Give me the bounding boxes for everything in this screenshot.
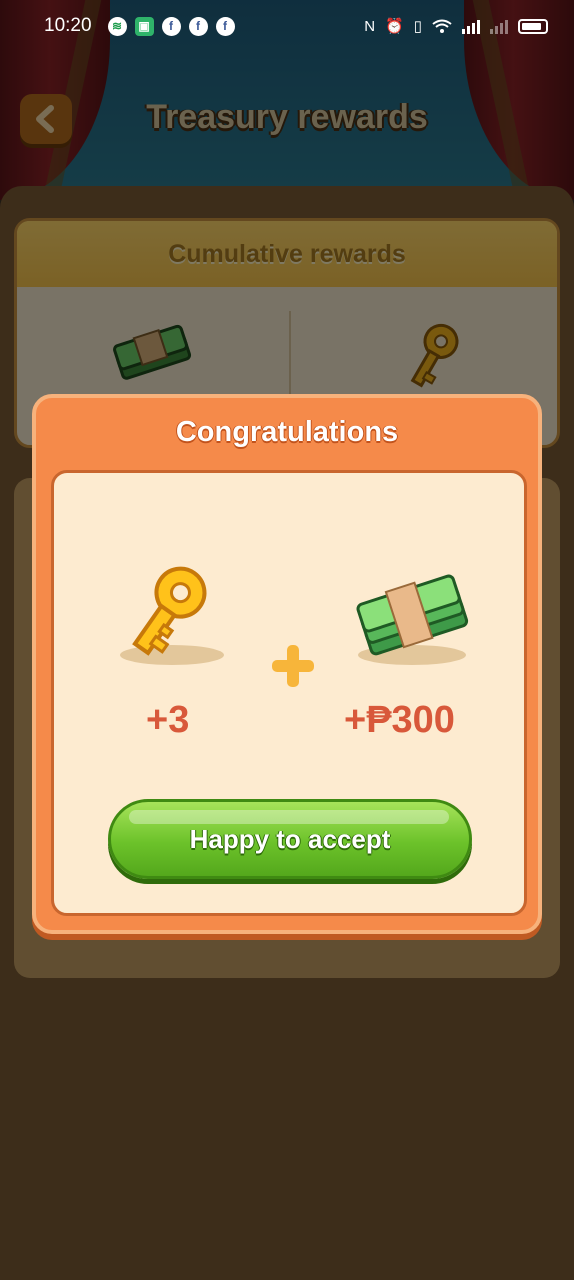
signal-icon [490,19,508,34]
vibrate-icon: ▯ [413,18,422,35]
status-bar: 10:20 ≋ ▣ f f f Ν ⏰ ▯ [0,0,574,52]
accept-button-label: Happy to accept [189,823,391,854]
plus-icon [272,645,314,687]
wifi-icon [432,19,452,33]
facebook-icon: f [161,16,181,36]
nfc-icon: Ν [364,17,376,35]
key-reward-amount: +3 [146,699,190,741]
modal-title: Congratulations [175,416,399,448]
cash-reward-amount: +₱300 [344,699,455,741]
cash-stack-icon [356,574,469,665]
facebook-icon: f [188,16,208,36]
facebook-icon: f [215,16,235,36]
status-time: 10:20 [44,15,92,36]
alarm-icon: ⏰ [385,18,404,35]
key-icon [120,566,224,665]
app-icon: ▣ [134,16,154,36]
spotify-icon: ≋ [107,16,127,36]
battery-icon [518,18,548,34]
accept-button[interactable]: Happy to accept [108,799,472,879]
modal-content: +3 +₱300 Happy to accept [51,470,527,916]
signal-icon [462,19,480,34]
congratulations-modal: Congratulations +3 +₱300 Happy to accept [32,394,542,934]
